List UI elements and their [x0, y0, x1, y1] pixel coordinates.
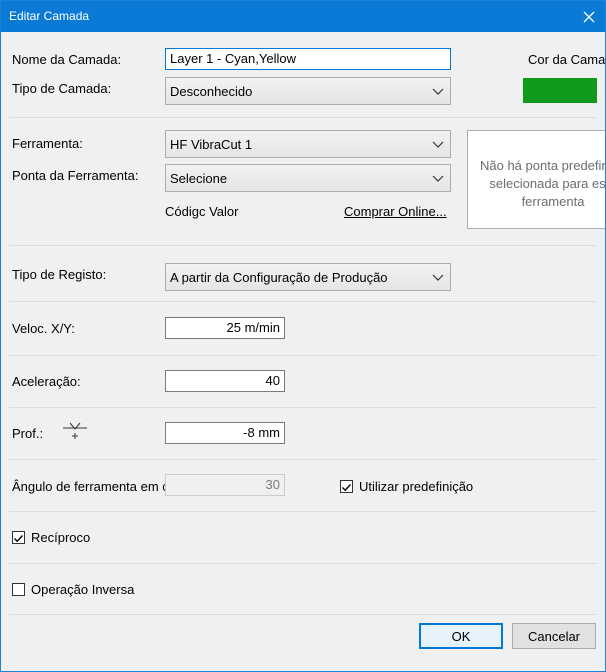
reciprocal-label: Recíproco [31, 530, 91, 545]
edit-layer-dialog: Editar Camada Nome da Camada: Layer 1 - … [0, 0, 606, 672]
divider [9, 563, 597, 564]
close-button[interactable] [573, 1, 605, 32]
layer-type-select[interactable]: Desconhecido [165, 77, 451, 105]
close-icon [583, 11, 595, 22]
tool-angle-label: Ângulo de ferramenta em c [12, 479, 169, 494]
chevron-down-icon [432, 88, 444, 95]
divider [9, 117, 597, 118]
acceleration-label: Aceleração: [12, 374, 81, 389]
chevron-down-icon [432, 274, 444, 281]
layer-name-label: Nome da Camada: [12, 52, 122, 67]
depth-input[interactable]: -8 mm [165, 422, 285, 444]
tool-tip-select[interactable]: Selecione [165, 164, 451, 192]
divider [9, 245, 597, 246]
inverse-operation-checkbox[interactable] [12, 583, 25, 596]
divider [9, 614, 597, 615]
registration-type-label: Tipo de Registo: [12, 267, 107, 282]
use-default-label: Utilizar predefinição [359, 479, 474, 494]
title-bar: Editar Camada [1, 1, 605, 32]
layer-type-value: Desconhecido [170, 84, 253, 99]
buy-online-link[interactable]: Comprar Online... [344, 204, 447, 219]
tool-select[interactable]: HF VibraCut 1 [165, 130, 451, 158]
divider [9, 301, 597, 302]
window-title: Editar Camada [9, 9, 90, 23]
speed-input[interactable]: 25 m/min [165, 317, 285, 339]
layer-color-swatch[interactable] [523, 78, 597, 103]
tool-label: Ferramenta: [12, 136, 83, 151]
cancel-button[interactable]: Cancelar [512, 623, 596, 649]
tool-value: HF VibraCut 1 [170, 137, 253, 152]
depth-label: Prof.: [12, 426, 44, 441]
chevron-down-icon [432, 175, 444, 182]
tool-tip-preview: Não há ponta predefinida selecionada par… [467, 130, 606, 229]
no-tip-message: Não há ponta predefinida selecionada par… [479, 158, 606, 209]
registration-type-value: A partir da Configuração de Produção [170, 270, 388, 285]
tool-tip-value: Selecione [170, 171, 228, 186]
ok-button[interactable]: OK [419, 623, 503, 649]
use-default-checkbox[interactable] [340, 480, 353, 493]
divider [9, 459, 597, 460]
checkmark-icon [342, 484, 352, 492]
inverse-operation-label: Operação Inversa [31, 582, 135, 597]
code-value-label: Códigc Valor [165, 204, 239, 219]
divider [9, 355, 597, 356]
layer-name-input[interactable]: Layer 1 - Cyan,Yellow [165, 48, 451, 70]
divider [9, 407, 597, 408]
depth-icon [63, 422, 87, 439]
chevron-down-icon [432, 141, 444, 148]
reciprocal-checkbox[interactable] [12, 531, 25, 544]
layer-type-label: Tipo de Camada: [12, 81, 112, 96]
acceleration-input[interactable]: 40 [165, 370, 285, 392]
registration-type-select[interactable]: A partir da Configuração de Produção [165, 263, 451, 291]
checkmark-icon [14, 535, 24, 543]
speed-label: Veloc. X/Y: [12, 321, 75, 336]
layer-color-label: Cor da Camada [528, 52, 606, 67]
tool-angle-input[interactable]: 30 [165, 474, 285, 496]
divider [9, 511, 597, 512]
tool-tip-label: Ponta da Ferramenta: [12, 168, 139, 183]
